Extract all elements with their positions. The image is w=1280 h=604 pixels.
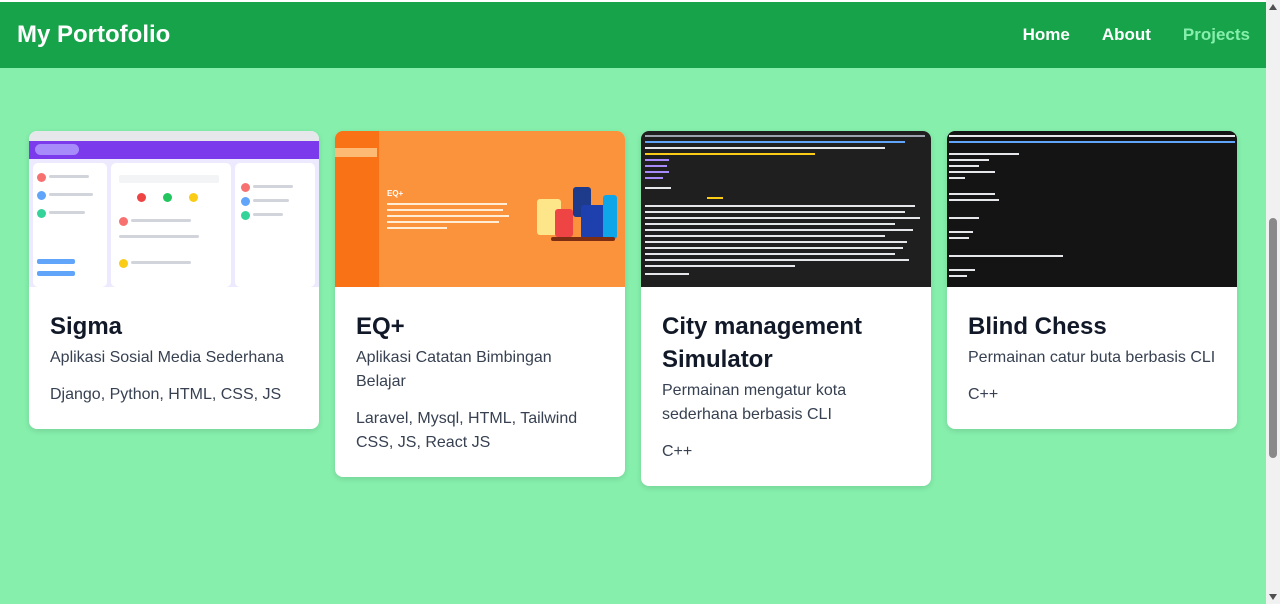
nav-links: Home About Projects [1023,25,1250,45]
project-card-blind-chess[interactable]: Blind Chess Permainan catur buta berbasi… [947,131,1237,429]
navbar: My Portofolio Home About Projects [0,2,1266,68]
page-scrollbar[interactable] [1266,0,1280,604]
nav-link-home[interactable]: Home [1023,25,1070,45]
project-card-eq-plus[interactable]: EQ+ EQ+ Aplikasi Catatan Bimbingan Belaj… [335,131,625,477]
city-terminal-screenshot-thumbnail [641,131,931,287]
project-card-sigma[interactable]: Sigma Aplikasi Sosial Media Sederhana Dj… [29,131,319,429]
scroll-up-arrow-icon[interactable] [1269,4,1277,10]
project-description: Aplikasi Catatan Bimbingan Belajar [356,349,552,390]
project-tech-stack: Laravel, Mysql, HTML, Tailwind CSS, JS, … [356,410,578,451]
card-body: City management Simulator Permainan meng… [641,287,931,486]
project-tech-stack: Django, Python, HTML, CSS, JS [50,386,282,403]
project-title: Sigma [50,313,123,340]
nav-link-projects[interactable]: Projects [1183,25,1250,45]
project-description: Aplikasi Sosial Media Sederhana [50,349,284,366]
chess-terminal-screenshot-thumbnail [947,131,1237,287]
card-body: Sigma Aplikasi Sosial Media Sederhana Dj… [29,287,319,429]
eq-plus-screenshot-thumbnail: EQ+ [335,131,625,287]
sigma-screenshot-thumbnail [29,131,319,287]
card-body: Blind Chess Permainan catur buta berbasi… [947,287,1237,429]
nav-link-about[interactable]: About [1102,25,1151,45]
eq-thumb-heading: EQ+ [387,189,404,198]
project-card-city-management[interactable]: City management Simulator Permainan meng… [641,131,931,486]
card-body: EQ+ Aplikasi Catatan Bimbingan Belajar L… [335,287,625,477]
project-title: EQ+ [356,313,405,340]
project-tech-stack: C++ [662,443,693,460]
project-tech-stack: C++ [968,386,999,403]
brand-title[interactable]: My Portofolio [17,21,170,49]
project-description: Permainan mengatur kota sederhana berbas… [662,382,847,423]
scroll-down-arrow-icon[interactable] [1269,594,1277,600]
project-description: Permainan catur buta berbasis CLI [968,349,1216,366]
project-title: City management Simulator [662,313,863,373]
scrollbar-thumb[interactable] [1269,218,1277,458]
project-title: Blind Chess [968,313,1107,340]
